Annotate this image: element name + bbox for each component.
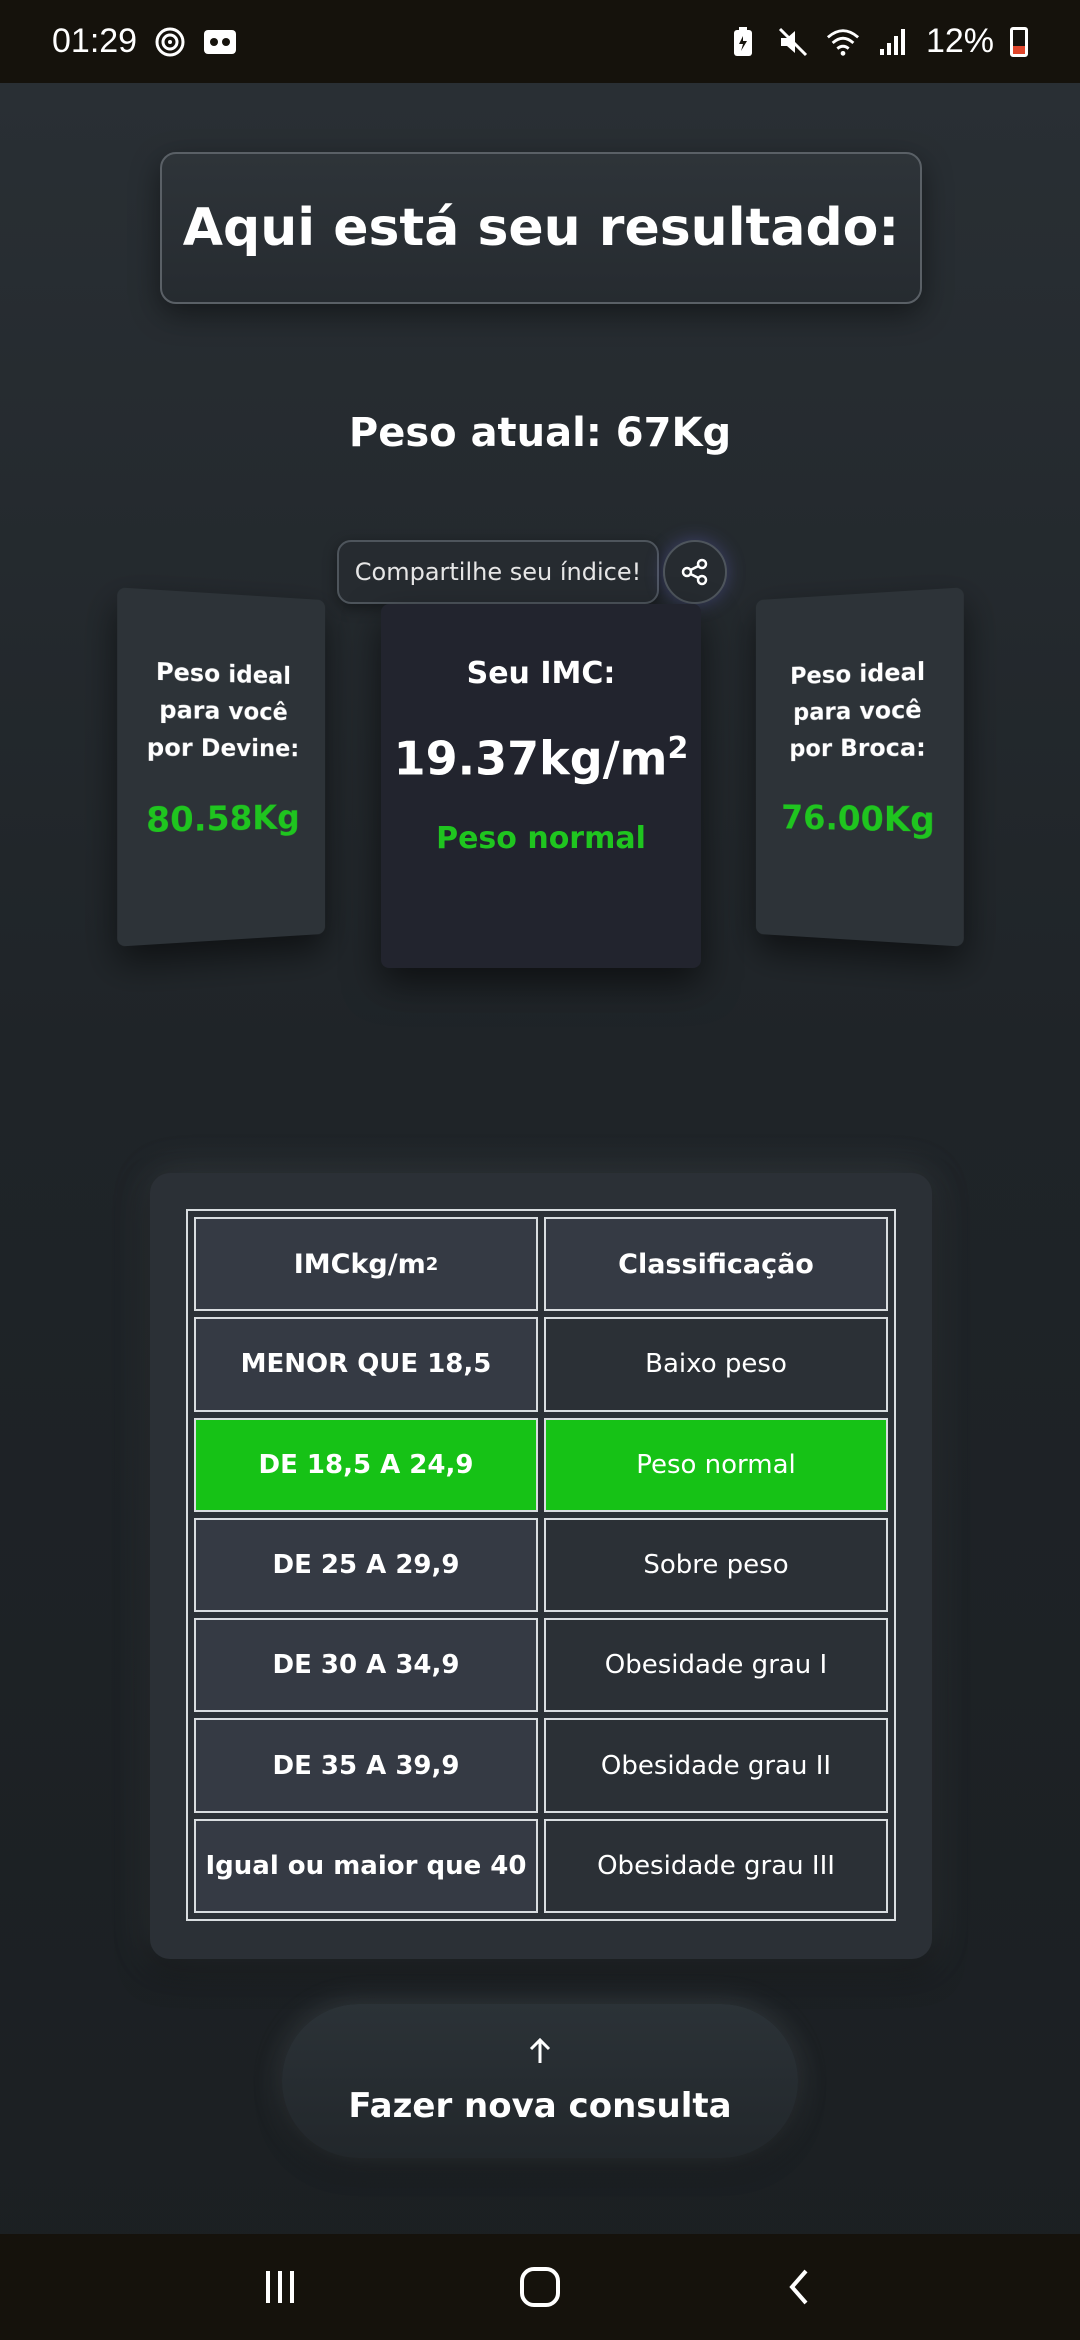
table-cell-range: Igual ou maior que 40 xyxy=(194,1818,538,1913)
back-icon xyxy=(789,2269,808,2305)
home-icon xyxy=(520,2267,560,2307)
table-cell-class: Sobre peso xyxy=(544,1517,888,1613)
table-cell-class: Obesidade grau I xyxy=(544,1618,888,1713)
new-query-button[interactable]: Fazer nova consulta xyxy=(282,2004,798,2158)
share-icon xyxy=(681,558,708,586)
table-header-classification: Classificação xyxy=(544,1217,888,1312)
new-query-label: Fazer nova consulta xyxy=(348,2085,732,2126)
bmi-table-panel: IMCkg/m 2 Classificação MENOR QUE 18,5 Ba… xyxy=(150,1173,932,1959)
table-header-imc-text: IMCkg/m xyxy=(293,1248,426,1280)
table-cell-class: Obesidade grau II xyxy=(544,1718,888,1813)
recents-icon xyxy=(266,2271,294,2303)
share-button[interactable] xyxy=(663,540,727,604)
table-cell-range: DE 25 A 29,9 xyxy=(194,1517,538,1613)
battery-icon xyxy=(1010,26,1028,57)
wifi-icon xyxy=(826,25,860,59)
bmi-card: Seu IMC: 19.37kg/m2 Peso normal xyxy=(381,604,701,968)
recents-button[interactable] xyxy=(240,2257,320,2317)
battery-percent: 12% xyxy=(925,22,994,60)
devine-label: Peso ideal para você por Devine: xyxy=(146,657,300,763)
devine-ideal-weight-card: Peso ideal para você por Devine: 80.58Kg xyxy=(117,587,326,947)
table-row: DE 35 A 39,9 Obesidade grau II xyxy=(194,1718,888,1813)
table-header-imc: IMCkg/m 2 xyxy=(194,1217,538,1312)
bmi-value-exponent: 2 xyxy=(667,731,689,766)
result-header: Aqui está seu resultado: xyxy=(160,152,922,304)
fingerprint-icon xyxy=(153,25,187,59)
table-cell-range: DE 35 A 39,9 xyxy=(194,1718,538,1813)
table-row: DE 30 A 34,9 Obesidade grau I xyxy=(194,1618,888,1713)
page-title: Aqui está seu resultado: xyxy=(182,198,900,258)
status-left: 01:29 xyxy=(52,22,237,61)
table-cell-range: DE 18,5 A 24,9 xyxy=(194,1417,538,1512)
table-cell-class: Obesidade grau III xyxy=(544,1818,888,1913)
table-row: Igual ou maior que 40 Obesidade grau III xyxy=(194,1818,888,1913)
arrow-up-icon xyxy=(526,2037,554,2070)
share-label[interactable]: Compartilhe seu índice! xyxy=(337,540,659,604)
status-right: 12% xyxy=(726,22,1028,61)
broca-ideal-weight-card: Peso ideal para você por Broca: 76.00Kg xyxy=(755,587,964,947)
system-nav-bar xyxy=(0,2234,1080,2340)
table-cell-range: DE 30 A 34,9 xyxy=(194,1618,538,1713)
bmi-table: IMCkg/m 2 Classificação MENOR QUE 18,5 Ba… xyxy=(186,1209,896,1921)
mute-icon xyxy=(776,25,810,59)
current-weight: Peso atual: 67Kg xyxy=(348,410,732,456)
broca-value: 76.00Kg xyxy=(781,798,935,842)
home-button[interactable] xyxy=(500,2257,580,2317)
signal-icon xyxy=(876,25,910,59)
bmi-classification: Peso normal xyxy=(436,821,646,857)
table-header-imc-exponent: 2 xyxy=(425,1253,439,1275)
status-bar: 01:29 12% xyxy=(0,0,1080,83)
bmi-value-text: 19.37kg/m xyxy=(393,731,668,786)
table-row: DE 25 A 29,9 Sobre peso xyxy=(194,1517,888,1613)
battery-saver-icon xyxy=(726,25,760,59)
back-button[interactable] xyxy=(760,2257,840,2317)
table-cell-range: MENOR QUE 18,5 xyxy=(194,1317,538,1412)
broca-label: Peso ideal para você por Broca: xyxy=(789,657,926,763)
voicemail-icon xyxy=(203,25,237,59)
table-cell-class: Baixo peso xyxy=(544,1317,888,1412)
devine-value: 80.58Kg xyxy=(146,798,300,842)
table-row: MENOR QUE 18,5 Baixo peso xyxy=(194,1317,888,1412)
status-time: 01:29 xyxy=(52,22,138,60)
table-cell-class: Peso normal xyxy=(544,1417,888,1512)
bmi-label: Seu IMC: xyxy=(466,656,616,691)
table-row-highlighted: DE 18,5 A 24,9 Peso normal xyxy=(194,1417,888,1512)
bmi-value: 19.37kg/m2 xyxy=(394,731,689,785)
table-header-row: IMCkg/m 2 Classificação xyxy=(194,1217,888,1312)
